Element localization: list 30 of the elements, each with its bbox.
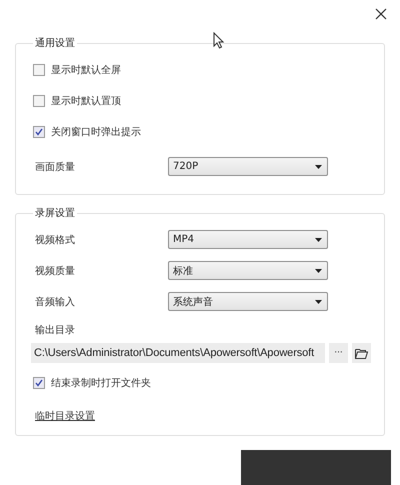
checkbox-label: 关闭窗口时弹出提示 <box>51 126 141 138</box>
checkbox[interactable] <box>33 376 45 388</box>
caret-icon <box>315 164 322 168</box>
field-label: 输出目录 <box>34 324 76 337</box>
path-field[interactable]: C:\Users\Administrator\Documents\Apowersoft\Apowersoft <box>31 343 325 363</box>
field-label: 视频质量 <box>34 264 76 278</box>
dropdown[interactable]: 系统声音 <box>168 292 328 311</box>
checkbox-label: 显示时默认全屏 <box>51 64 121 76</box>
caret-icon <box>315 238 322 242</box>
checkbox[interactable] <box>33 94 45 106</box>
caret-icon <box>315 268 322 272</box>
temp-folder-link[interactable]: 临时目录设置 <box>35 409 95 423</box>
folder-button[interactable] <box>352 343 371 363</box>
dropdown[interactable]: MP4 <box>168 230 328 249</box>
checkbox-label: 显示时默认置顶 <box>51 94 121 108</box>
group-title: 通用设置 <box>34 36 76 50</box>
group-title: 录屏设置 <box>34 206 76 220</box>
field-label: 音频输入 <box>34 296 76 308</box>
checkbox[interactable] <box>33 64 45 76</box>
folder-icon <box>355 348 368 358</box>
caret-icon <box>315 300 322 304</box>
close-icon[interactable] <box>375 8 387 20</box>
checkbox[interactable] <box>33 126 45 138</box>
dropdown[interactable]: 标准 <box>168 261 328 280</box>
field-label: 画面质量 <box>34 160 76 174</box>
browse-button[interactable]: ··· <box>329 343 348 363</box>
dropdown[interactable]: 720P <box>168 157 328 176</box>
field-label: 视频格式 <box>34 234 76 246</box>
checkbox-label: 结束录制时打开文件夹 <box>51 376 151 390</box>
pointer-icon <box>213 32 225 49</box>
